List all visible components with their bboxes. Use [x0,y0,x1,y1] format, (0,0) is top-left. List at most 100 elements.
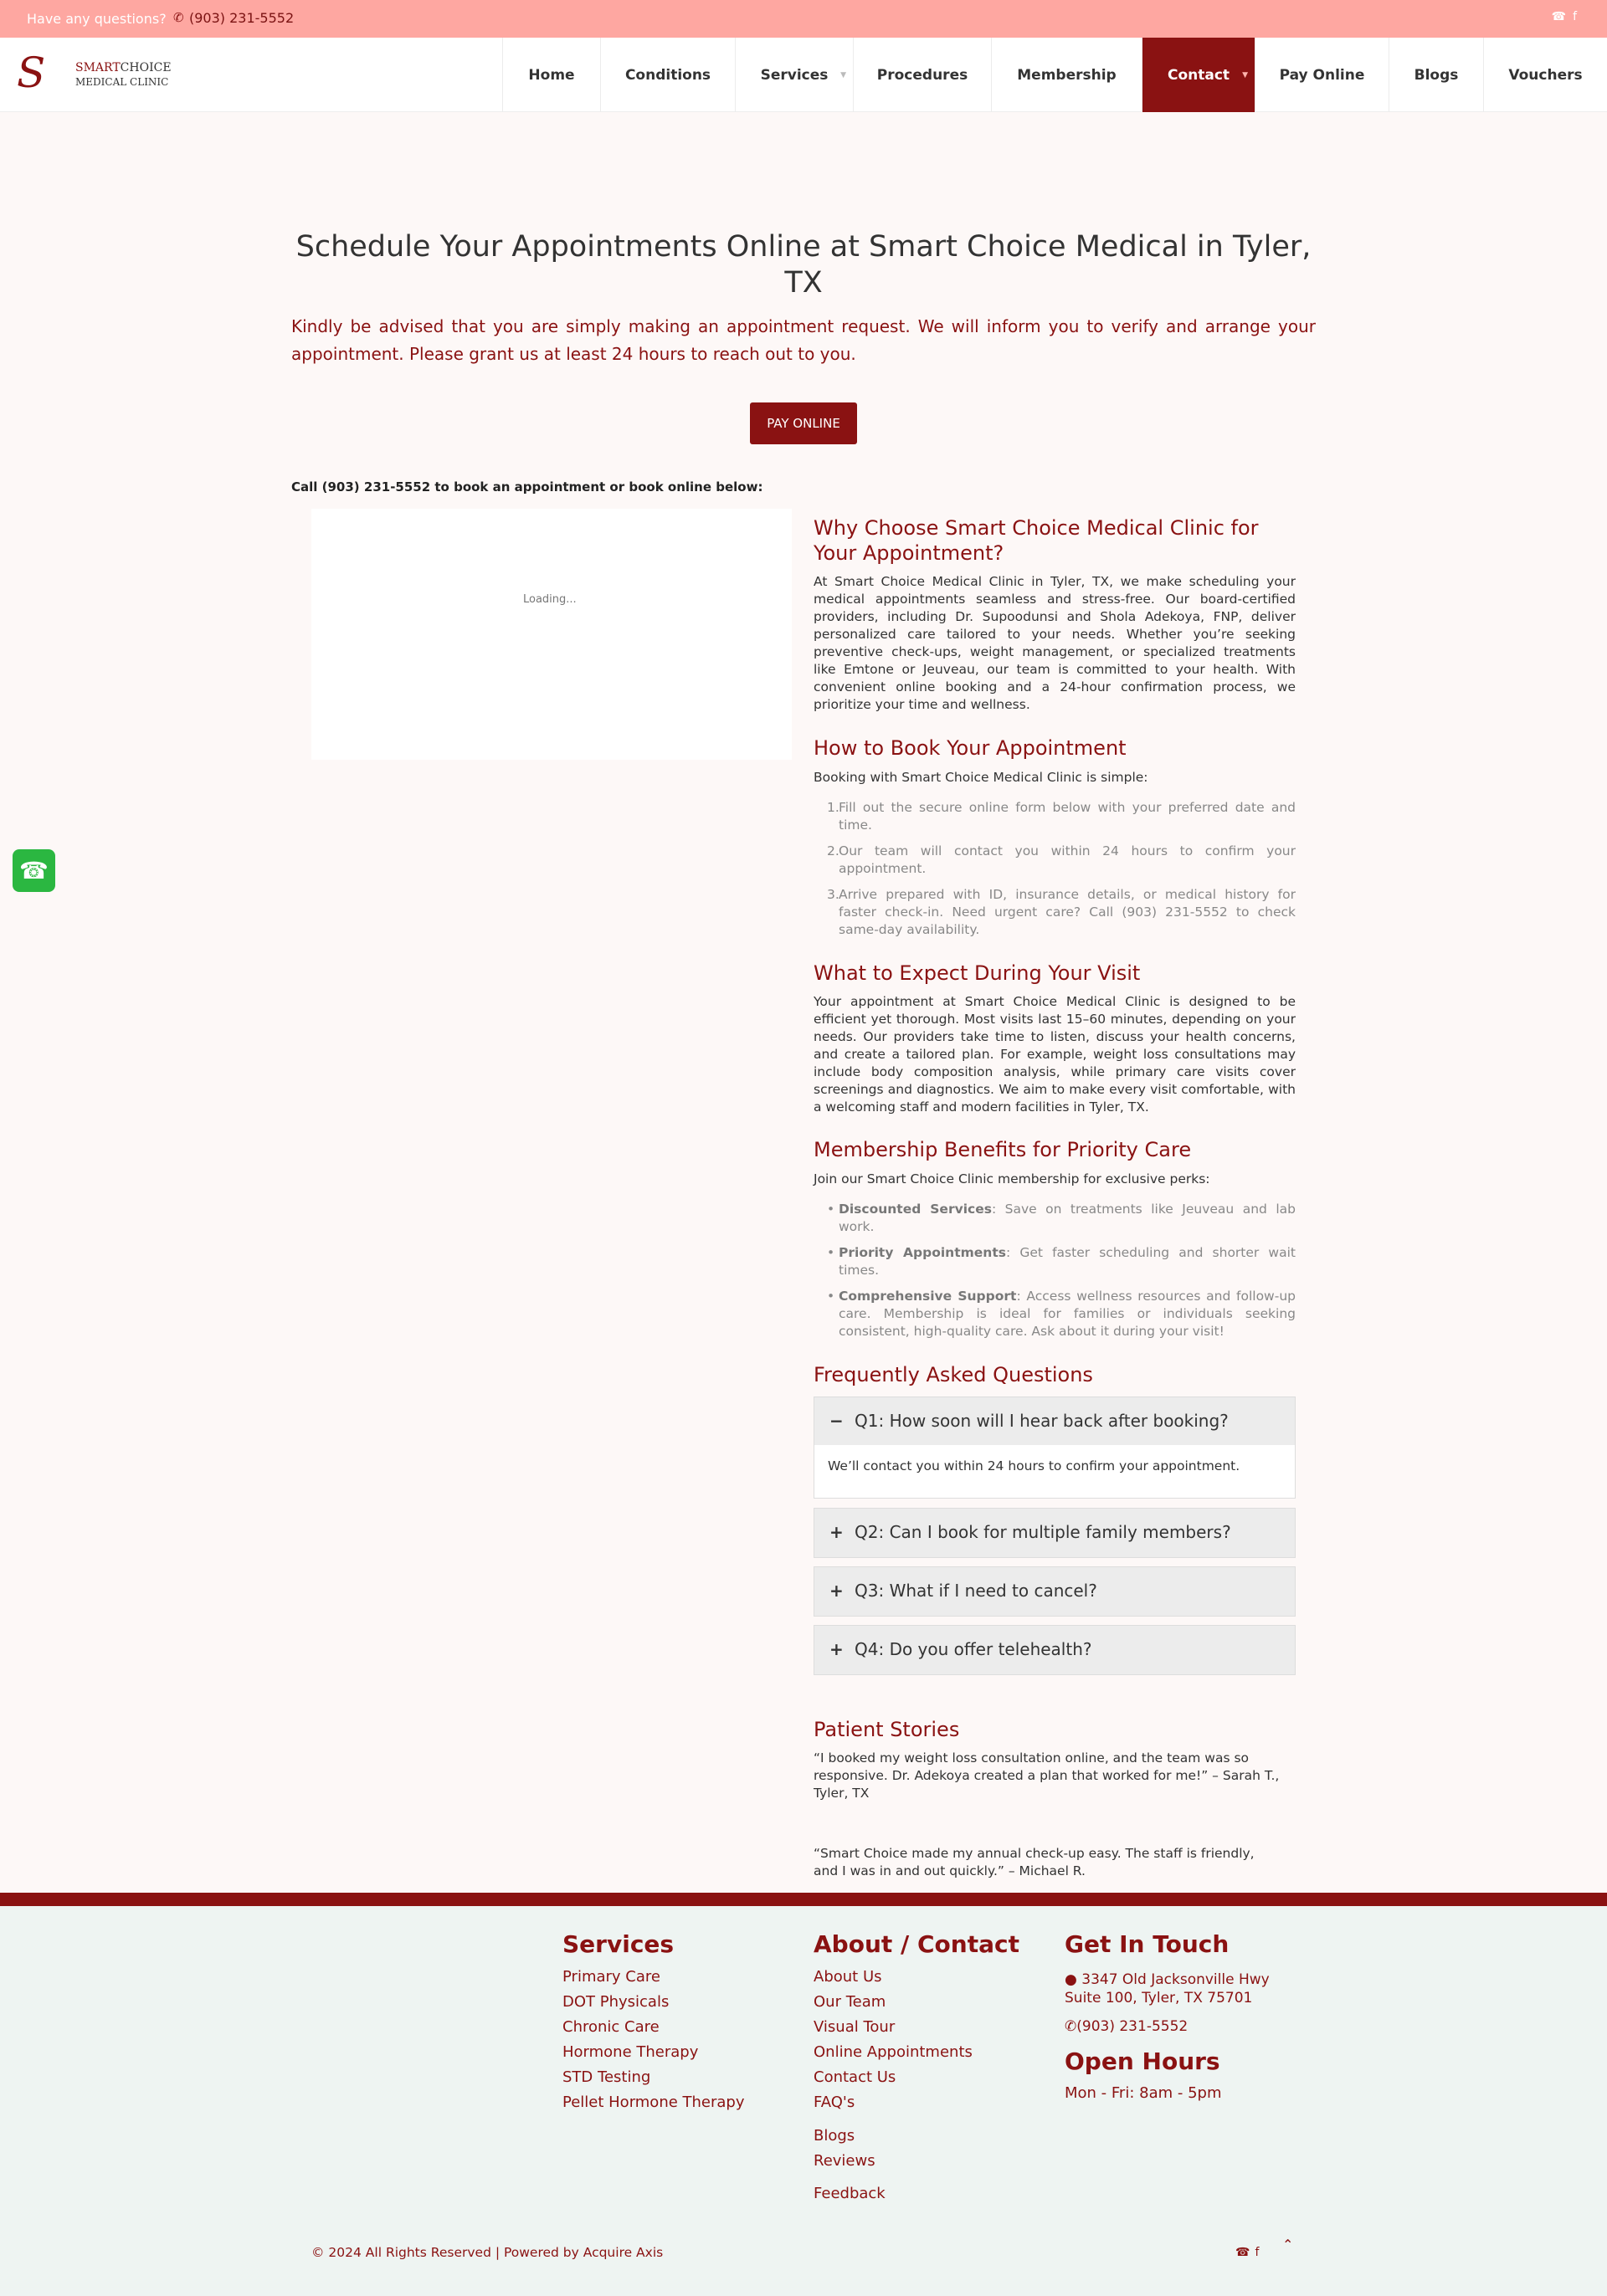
top-bar: Have any questions? ✆ (903) 231-5552 ☎f [0,0,1607,38]
faq-question: Q1: How soon will I hear back after book… [855,1411,1229,1431]
footer-link[interactable]: Blogs [814,2127,855,2145]
facebook-icon[interactable]: f [1573,10,1584,23]
copyright-text: © 2024 All Rights Reserved | Powered by … [311,2245,664,2260]
logo-text-line2: MEDICAL CLINIC [75,76,169,88]
story-2: “Smart Choice made my annual check-up ea… [814,1846,1255,1878]
stories-heading: Patient Stories [814,1718,960,1741]
nav-membership[interactable]: Membership [991,38,1142,112]
footer-address-line2: Suite 100, Tyler, TX 75701 [1065,1990,1253,2006]
nav-contact[interactable]: Contact ▼ [1142,38,1255,112]
why-text: At Smart Choice Medical Clinic in Tyler,… [814,574,1296,712]
topbar-phone-link[interactable]: (903) 231-5552 [189,10,294,26]
membership-heading: Membership Benefits for Priority Care [814,1138,1192,1161]
footer-link[interactable]: Our Team [814,1993,886,2012]
intro-text: Kindly be advised that you are simply ma… [291,316,1316,364]
footer-hours-heading: Open Hours [1065,2047,1220,2075]
footer-touch-heading: Get In Touch [1065,1930,1230,1958]
minus-icon: − [829,1411,844,1431]
footer-link[interactable]: Primary Care [562,1968,660,1986]
plus-icon: + [829,1639,844,1659]
faq-toggle-1[interactable]: − Q1: How soon will I hear back after bo… [814,1397,1296,1447]
why-section: Why Choose Smart Choice Medical Clinic f… [814,515,1296,714]
questions-label: Have any questions? [27,11,167,27]
footer-link[interactable]: STD Testing [562,2068,650,2087]
footer-services-heading: Services [562,1930,675,1958]
nav-home[interactable]: Home [502,38,600,112]
list-item: • Discounted Services: Save on treatments… [827,1202,1296,1234]
footer-address-line1: ● 3347 Old Jacksonville Hwy [1065,1971,1270,1988]
why-heading: Why Choose Smart Choice Medical Clinic f… [814,516,1259,565]
whatsapp-icon[interactable]: ☎ [1235,2246,1255,2259]
footer-link[interactable]: Online Appointments [814,2043,973,2062]
chevron-down-icon: ▼ [1242,71,1248,79]
footer-link[interactable]: Pellet Hormone Therapy [562,2094,745,2112]
scroll-to-top-icon[interactable]: ⌃ [1282,2237,1293,2252]
logo-text-line1: SMARTCHOICE [75,61,172,74]
list-item: 3. Arrive prepared with ID, insurance det… [827,887,1296,937]
nav-blogs[interactable]: Blogs [1389,38,1483,112]
faq-toggle-2[interactable]: + Q2: Can I book for multiple family mem… [814,1508,1296,1558]
faq-question: Q3: What if I need to cancel? [855,1581,1097,1601]
faq-answer-1: We’ll contact you within 24 hours to con… [814,1445,1296,1499]
expect-text: Your appointment at Smart Choice Medical… [814,994,1296,1115]
call-to-book-text: Call (903) 231-5552 to book an appointme… [291,479,763,495]
facebook-icon[interactable]: f [1255,2246,1264,2259]
story-1: “I booked my weight loss consultation on… [814,1750,1280,1801]
nav-vouchers[interactable]: Vouchers [1483,38,1607,112]
footer-hours: Mon - Fri: 8am - 5pm [1065,2084,1222,2102]
faq-toggle-4[interactable]: + Q4: Do you offer telehealth? [814,1625,1296,1675]
whatsapp-icon[interactable]: ☎ [1552,10,1573,23]
topbar-social: ☎f [1552,10,1584,23]
map-pin-icon: ● [1065,1971,1077,1988]
loading-text: Loading... [523,593,577,606]
footer-link[interactable]: Chronic Care [562,2018,660,2037]
plus-icon: + [829,1581,844,1601]
footer-band [0,1893,1607,1906]
site-header: S SMARTCHOICE MEDICAL CLINIC Home Condit… [0,38,1607,112]
stories-section: Patient Stories “I booked my weight loss… [814,1717,1296,1880]
list-item: • Comprehensive Support: Access wellness … [827,1289,1296,1339]
list-item: • Priority Appointments: Get faster sched… [827,1245,1296,1278]
list-item: 1. Fill out the secure online form below … [827,800,1296,833]
phone-icon: ✆ [173,10,184,25]
faq-toggle-3[interactable]: + Q3: What if I need to cancel? [814,1566,1296,1617]
site-footer [0,1906,1607,2296]
expect-heading: What to Expect During Your Visit [814,961,1141,985]
footer-link[interactable]: Feedback [814,2185,886,2203]
membership-section: Membership Benefits for Priority Care Jo… [814,1137,1296,1340]
faq-heading: Frequently Asked Questions [814,1363,1093,1386]
logo-mark: S [17,49,46,97]
footer-link[interactable]: Reviews [814,2152,875,2170]
booking-widget[interactable]: Loading... [311,509,792,760]
list-item: 2. Our team will contact you within 24 ho… [827,843,1296,876]
nav-procedures[interactable]: Procedures [853,38,991,112]
footer-link[interactable]: Hormone Therapy [562,2043,698,2062]
footer-social: ☎f [1235,2246,1264,2259]
whatsapp-icon: ☎ [19,857,49,884]
footer-about-heading: About / Contact [814,1930,1019,1958]
membership-intro: Join our Smart Choice Clinic membership … [814,1171,1210,1186]
footer-phone[interactable]: ✆(903) 231-5552 [1065,2017,1188,2036]
expect-section: What to Expect During Your Visit Your ap… [814,961,1296,1116]
footer-link[interactable]: FAQ's [814,2094,855,2112]
nav-conditions[interactable]: Conditions [600,38,735,112]
nav-services[interactable]: Services ▼ [735,38,853,112]
footer-link[interactable]: About Us [814,1968,882,1986]
how-intro: Booking with Smart Choice Medical Clinic… [814,770,1148,785]
footer-link[interactable]: Visual Tour [814,2018,895,2037]
pay-online-button[interactable]: PAY ONLINE [750,402,857,444]
page-title: Schedule Your Appointments Online at Sma… [295,230,1312,300]
nav-pay-online[interactable]: Pay Online [1255,38,1389,112]
faq-question: Q4: Do you offer telehealth? [855,1639,1092,1659]
site-logo[interactable]: S SMARTCHOICE MEDICAL CLINIC [17,49,180,100]
how-section: How to Book Your Appointment Booking wit… [814,735,1296,939]
how-heading: How to Book Your Appointment [814,736,1127,760]
footer-link[interactable]: Contact Us [814,2068,896,2087]
footer-link[interactable]: DOT Physicals [562,1993,669,2012]
main-nav: Home Conditions Services ▼ Procedures Mem… [502,38,1607,112]
chevron-down-icon: ▼ [840,71,846,79]
whatsapp-chat-button[interactable]: ☎ [13,849,55,892]
plus-icon: + [829,1522,844,1542]
phone-icon: ✆ [1065,2018,1077,2035]
faq-question: Q2: Can I book for multiple family membe… [855,1522,1231,1542]
